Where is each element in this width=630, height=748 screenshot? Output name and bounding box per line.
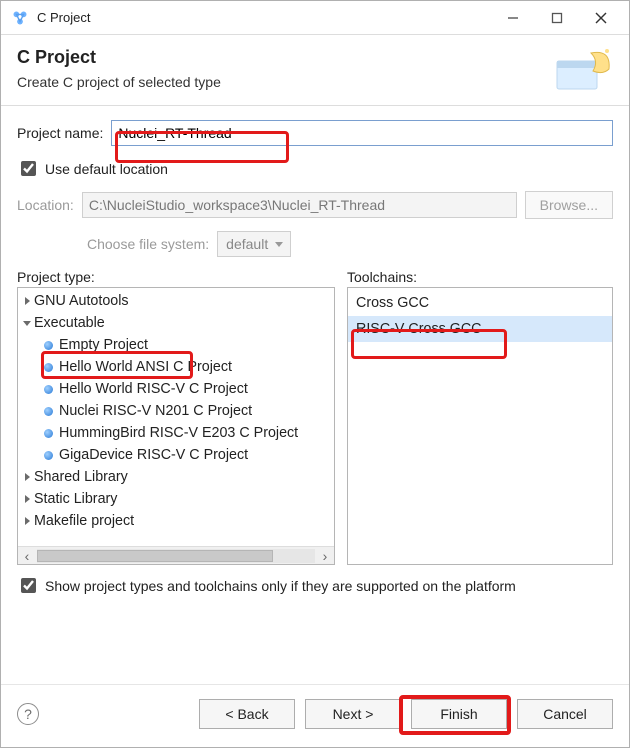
tree-item[interactable]: Hello World ANSI C Project	[18, 356, 334, 378]
chevron-right-icon	[22, 297, 32, 305]
lists-area: Project type: GNU Autotools Executable E…	[1, 265, 629, 565]
bullet-icon	[44, 341, 53, 350]
tree-item[interactable]: Hello World RISC-V C Project	[18, 378, 334, 400]
window-title: C Project	[37, 10, 90, 25]
project-type-label: Project type:	[17, 269, 335, 285]
scroll-left-icon[interactable]: ‹	[18, 547, 36, 565]
use-default-location-label: Use default location	[45, 161, 168, 177]
location-label: Location:	[17, 197, 74, 213]
close-button[interactable]	[579, 3, 623, 33]
project-name-label: Project name:	[17, 125, 103, 141]
next-button[interactable]: Next >	[305, 699, 401, 729]
chevron-right-icon	[22, 473, 32, 481]
tree-folder[interactable]: GNU Autotools	[18, 290, 334, 312]
cancel-button[interactable]: Cancel	[517, 699, 613, 729]
app-icon	[11, 9, 29, 27]
location-input	[82, 192, 517, 218]
toolchain-item-riscv[interactable]: RISC-V Cross GCC	[348, 316, 612, 342]
bullet-icon	[44, 385, 53, 394]
minimize-button[interactable]	[491, 3, 535, 33]
tree-item-empty-project[interactable]: Empty Project	[18, 334, 334, 356]
filesystem-select: default	[217, 231, 291, 257]
tree-folder[interactable]: Shared Library	[18, 466, 334, 488]
toolchain-item[interactable]: Cross GCC	[348, 290, 612, 316]
use-default-location-checkbox[interactable]: Use default location	[17, 158, 613, 179]
tree-item[interactable]: HummingBird RISC-V E203 C Project	[18, 422, 334, 444]
project-name-input[interactable]	[111, 120, 613, 146]
form-area: Project name: Use default location Locat…	[1, 106, 629, 265]
platform-filter-input[interactable]	[21, 578, 36, 593]
toolchains-label: Toolchains:	[347, 269, 613, 285]
chevron-right-icon	[22, 495, 32, 503]
tree-folder[interactable]: Makefile project	[18, 510, 334, 532]
maximize-button[interactable]	[535, 3, 579, 33]
scrollbar-thumb[interactable]	[37, 550, 273, 562]
page-title: C Project	[17, 47, 553, 68]
bullet-icon	[44, 451, 53, 460]
use-default-location-input[interactable]	[21, 161, 36, 176]
chevron-right-icon	[22, 517, 32, 525]
scrollbar-track[interactable]	[37, 549, 315, 563]
scroll-right-icon[interactable]: ›	[316, 547, 334, 565]
bullet-icon	[44, 429, 53, 438]
titlebar: C Project	[1, 1, 629, 35]
project-type-list[interactable]: GNU Autotools Executable Empty Project H…	[17, 287, 335, 565]
button-bar: ? < Back Next > Finish Cancel	[1, 684, 629, 747]
platform-filter-checkbox[interactable]: Show project types and toolchains only i…	[17, 575, 613, 596]
dialog-window: C Project C Project Create C project of …	[0, 0, 630, 748]
tree-item[interactable]: Nuclei RISC-V N201 C Project	[18, 400, 334, 422]
help-icon[interactable]: ?	[17, 703, 39, 725]
tree-item[interactable]: GigaDevice RISC-V C Project	[18, 444, 334, 466]
chevron-down-icon	[22, 321, 32, 326]
finish-button[interactable]: Finish	[411, 699, 507, 729]
back-button[interactable]: < Back	[199, 699, 295, 729]
dialog-header: C Project Create C project of selected t…	[1, 35, 629, 106]
wizard-banner-icon	[553, 47, 613, 95]
horizontal-scrollbar[interactable]: ‹ ›	[18, 546, 334, 564]
page-subtitle: Create C project of selected type	[17, 74, 553, 90]
bullet-icon	[44, 407, 53, 416]
browse-button: Browse...	[525, 191, 613, 219]
choose-filesystem-label: Choose file system:	[87, 236, 209, 252]
tree-folder[interactable]: Executable	[18, 312, 334, 334]
platform-filter-label: Show project types and toolchains only i…	[45, 578, 516, 594]
tree-folder[interactable]: Static Library	[18, 488, 334, 510]
toolchains-list[interactable]: Cross GCC RISC-V Cross GCC	[347, 287, 613, 565]
bullet-icon	[44, 363, 53, 372]
